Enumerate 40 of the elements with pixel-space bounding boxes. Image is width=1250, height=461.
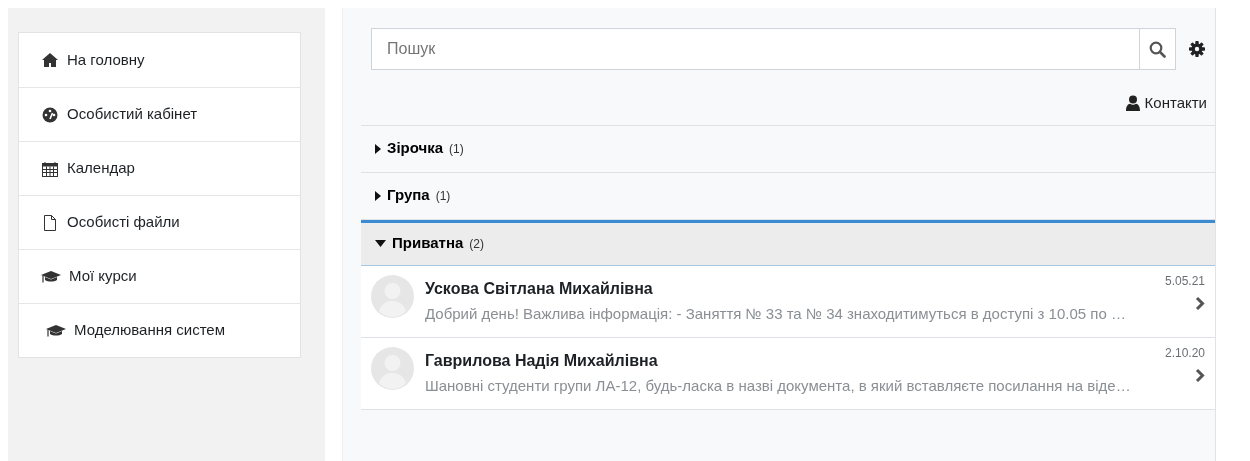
person-icon bbox=[1125, 95, 1140, 112]
contact-name: Ускова Світлана Михайлівна bbox=[425, 278, 654, 299]
message-date: 2.10.20 bbox=[1164, 346, 1205, 359]
section-title: Зірочка bbox=[387, 138, 444, 159]
sidebar-item[interactable]: Календар bbox=[19, 141, 300, 195]
document-icon bbox=[41, 214, 59, 231]
sidebar-item[interactable]: Моделювання систем bbox=[19, 303, 300, 357]
section-header[interactable]: Приватна (2) bbox=[361, 219, 1215, 266]
sidebar-item[interactable]: На головну bbox=[19, 33, 300, 87]
section-count: (1) bbox=[449, 140, 464, 158]
caret-down-icon bbox=[375, 240, 386, 247]
sidebar-item[interactable]: Особистий кабінет bbox=[19, 87, 300, 141]
avatar-icon bbox=[371, 346, 414, 390]
chevron-right-icon bbox=[1195, 367, 1205, 383]
gauge-icon bbox=[41, 106, 59, 123]
avatar-icon bbox=[371, 274, 414, 318]
section-title: Група bbox=[387, 185, 430, 206]
search-button[interactable] bbox=[1139, 28, 1176, 70]
chevron-right-icon bbox=[1195, 295, 1205, 311]
caret-right-icon bbox=[375, 190, 381, 201]
settings-icon[interactable] bbox=[1188, 40, 1206, 58]
caret-right-icon bbox=[375, 143, 381, 154]
search-field[interactable]: Пошук bbox=[371, 28, 1139, 70]
sidebar-item[interactable]: Мої курси bbox=[19, 249, 300, 303]
conversation-item[interactable]: Ускова Світлана Михайлівна Добрий день! Важлива інформація: - Заняття № 33 та № 34 знаходитимуться в доступі з 10.05 по … 5.05.21 bbox=[361, 265, 1215, 338]
calendar-icon bbox=[41, 160, 59, 177]
section-count: (2) bbox=[469, 235, 484, 253]
sidebar-item[interactable]: Особисті файли bbox=[19, 195, 300, 249]
contact-name: Гаврилова Надія Михайлівна bbox=[425, 350, 659, 371]
search-icon bbox=[1149, 40, 1166, 58]
house-icon bbox=[41, 52, 59, 68]
section-count: (1) bbox=[435, 187, 451, 205]
contacts-link[interactable]: Контакти bbox=[1125, 92, 1207, 115]
conversation-item[interactable]: Гаврилова Надія Михайлівна Шановні студенти групи ЛА-12, будь-ласка в назві документа, в який вставляєте посилання на віде… 2.10.20 bbox=[361, 337, 1215, 410]
graduation-cap-icon bbox=[41, 268, 61, 285]
message-preview: Добрий день! Важлива інформація: - Заняття № 33 та № 34 знаходитимуться в доступі з 10.05 по … bbox=[425, 303, 1127, 324]
graduation-cap-icon bbox=[46, 322, 66, 339]
message-date: 5.05.21 bbox=[1164, 274, 1205, 287]
message-preview: Шановні студенти групи ЛА-12, будь-ласка в назві документа, в який вставляєте посилання на віде… bbox=[425, 375, 1132, 396]
section-title: Приватна bbox=[392, 233, 464, 254]
